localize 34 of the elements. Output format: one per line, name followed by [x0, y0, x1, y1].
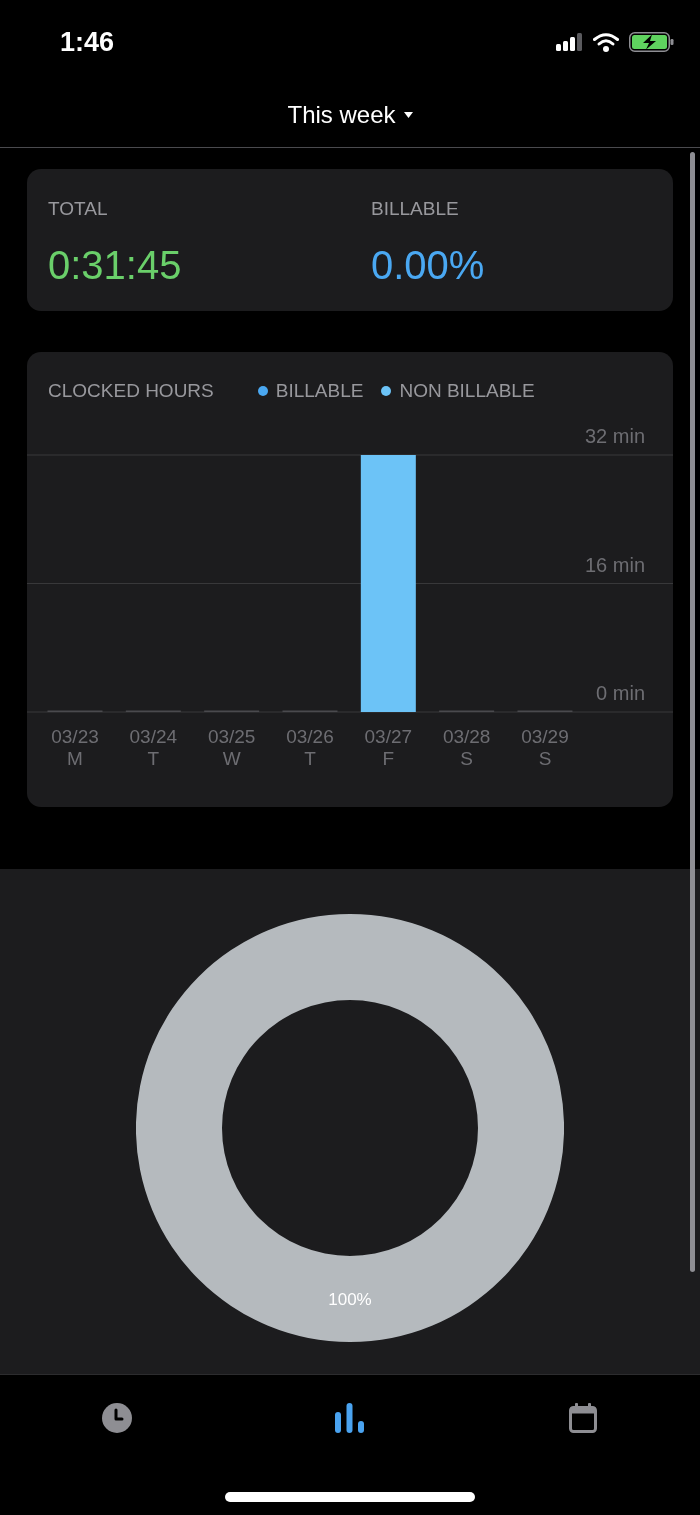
legend-label: NON BILLABLE [399, 380, 535, 402]
summary-label: TOTAL [48, 198, 109, 220]
weekday-label: W [222, 748, 241, 769]
summary-label: BILLABLE [371, 198, 460, 220]
wifi-icon [593, 32, 619, 52]
y-axis-label: 32 min [584, 425, 645, 447]
signal-icon [556, 33, 583, 51]
clock-icon [101, 1403, 132, 1433]
x-axis-label: 03/25 [207, 726, 256, 747]
weekday-label: M [67, 748, 83, 769]
summary-value: 0.00% [371, 242, 485, 288]
x-axis-label: 03/26 [286, 726, 334, 747]
weekday-label: S [538, 748, 552, 769]
weekday-label: F [382, 748, 395, 769]
bar-chart-icon [335, 1403, 365, 1433]
legend-label: BILLABLE [275, 380, 364, 402]
period-dropdown[interactable]: This week [287, 102, 413, 127]
x-axis-label: 03/24 [129, 726, 178, 747]
weekday-label: T [147, 748, 160, 769]
y-axis-label: 16 min [584, 553, 645, 576]
caret-down-icon [403, 111, 413, 118]
y-axis-label: 0 min [596, 682, 645, 704]
x-axis-label: 03/27 [364, 726, 413, 747]
calendar-icon [569, 1403, 598, 1433]
status-time: 1:46 [60, 28, 115, 56]
weekday-label: T [304, 748, 316, 769]
x-axis-label: 03/29 [521, 726, 569, 747]
slice-label: 100% [328, 1290, 372, 1309]
battery-charging-icon [629, 32, 674, 52]
weekday-label: S [460, 748, 473, 769]
x-axis-label: 03/23 [51, 726, 99, 747]
chart-title: CLOCKED HOURS [48, 380, 214, 402]
summary-value: 0:31:45 [48, 242, 183, 288]
x-axis-label: 03/28 [442, 726, 491, 747]
